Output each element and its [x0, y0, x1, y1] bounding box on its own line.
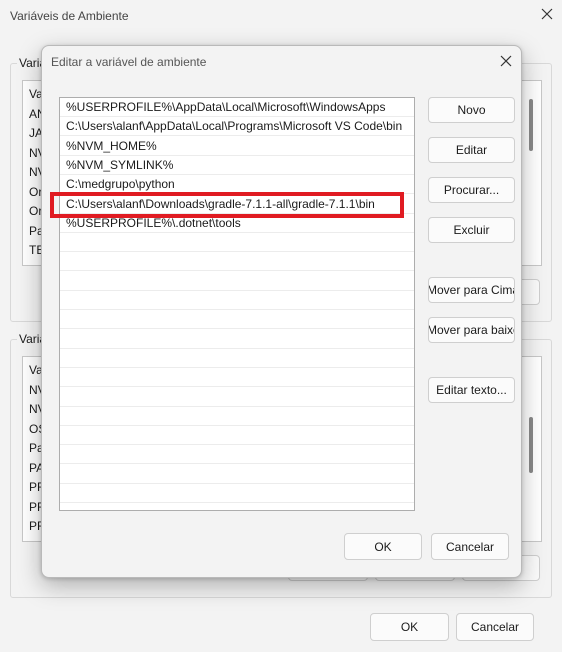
empty-row[interactable] [60, 310, 414, 330]
empty-row[interactable] [60, 426, 414, 446]
path-entry[interactable]: C:\Users\alanf\Downloads\gradle-7.1.1-al… [60, 195, 414, 214]
empty-row[interactable] [60, 368, 414, 388]
empty-row[interactable] [60, 233, 414, 253]
move-up-button[interactable]: Mover para Cima [428, 277, 515, 303]
empty-row[interactable] [60, 349, 414, 368]
scrollbar[interactable] [529, 417, 533, 473]
window-title: Variáveis de Ambiente [10, 9, 129, 23]
edit-variable-dialog: Editar a variável de ambiente %USERPROFI… [41, 45, 522, 578]
scrollbar[interactable] [529, 99, 533, 151]
main-cancel-button[interactable]: Cancelar [456, 613, 534, 641]
dialog-title: Editar a variável de ambiente [51, 55, 207, 69]
empty-row[interactable] [60, 407, 414, 426]
move-down-label: Mover para baixo [428, 323, 515, 337]
empty-row[interactable] [60, 291, 414, 310]
empty-row[interactable] [60, 330, 414, 349]
path-entry[interactable]: %USERPROFILE%\.dotnet\tools [60, 214, 414, 233]
browse-button[interactable]: Procurar... [428, 177, 515, 203]
empty-row[interactable] [60, 445, 414, 465]
main-ok-button[interactable]: OK [370, 613, 449, 641]
empty-row[interactable] [60, 484, 414, 503]
empty-row[interactable] [60, 465, 414, 484]
edit-text-button[interactable]: Editar texto... [428, 377, 515, 403]
move-down-button[interactable]: Mover para baixo [428, 317, 515, 343]
path-entry[interactable]: C:\Users\alanf\AppData\Local\Programs\Mi… [60, 117, 414, 137]
new-button[interactable]: Novo [428, 97, 515, 123]
delete-button[interactable]: Excluir [428, 217, 515, 243]
path-entry[interactable]: %NVM_SYMLINK% [60, 156, 414, 175]
dialog-ok-button[interactable]: OK [344, 533, 422, 560]
close-icon[interactable] [497, 52, 515, 70]
empty-row[interactable] [60, 388, 414, 407]
dialog-cancel-button[interactable]: Cancelar [431, 533, 509, 560]
path-entry[interactable]: C:\medgrupo\python [60, 175, 414, 195]
path-list[interactable]: %USERPROFILE%\AppData\Local\Microsoft\Wi… [59, 97, 415, 511]
close-icon[interactable] [538, 5, 556, 23]
empty-row[interactable] [60, 272, 414, 291]
edit-button[interactable]: Editar [428, 137, 515, 163]
path-entry[interactable]: %USERPROFILE%\AppData\Local\Microsoft\Wi… [60, 98, 414, 117]
move-up-label: Mover para Cima [428, 283, 515, 297]
empty-row[interactable] [60, 252, 414, 272]
path-entry[interactable]: %NVM_HOME% [60, 137, 414, 156]
